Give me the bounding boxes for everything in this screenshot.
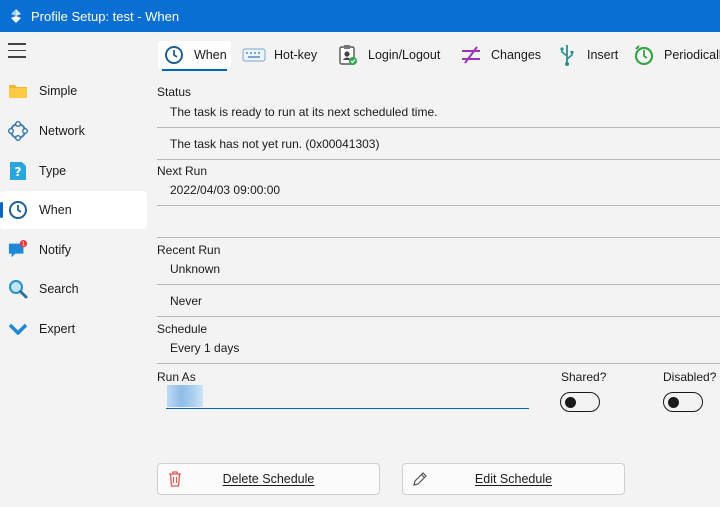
changes-icon <box>459 43 483 67</box>
pencil-icon <box>413 472 427 486</box>
edit-schedule-label: Edit Schedule <box>474 472 553 486</box>
run-as-input[interactable] <box>166 383 529 409</box>
title-bar: Profile Setup: test - When <box>0 0 720 32</box>
trigger-tabs: When Hot-key Login/Logout Changes Insert <box>150 32 720 76</box>
toggle-knob <box>668 396 679 408</box>
folder-icon <box>8 81 28 101</box>
tab-label: Login/Logout <box>368 48 441 62</box>
tab-changes[interactable]: Changes <box>459 41 541 69</box>
disabled-label: Disabled? <box>663 370 717 384</box>
tab-when[interactable]: When <box>158 41 231 71</box>
recent-run-line-2: Never <box>157 286 720 317</box>
svg-text:?: ? <box>15 165 22 179</box>
timer-icon <box>632 43 656 67</box>
sidebar: Simple Network ? Type When 1 Notify Sear… <box>0 32 150 507</box>
window-title: Profile Setup: test - When <box>31 8 180 24</box>
delete-schedule-label: Delete Schedule <box>222 472 315 486</box>
tab-insert[interactable]: Insert <box>555 41 618 69</box>
sidebar-item-label: Search <box>39 282 79 296</box>
tab-label: Hot-key <box>274 48 318 62</box>
sidebar-item-label: When <box>39 203 72 217</box>
clock-icon <box>8 200 28 220</box>
status-line-1: The task is ready to run at its next sch… <box>157 97 720 128</box>
sidebar-item-label: Type <box>39 164 67 178</box>
disabled-toggle[interactable] <box>663 392 703 412</box>
tab-login-logout[interactable]: Login/Logout <box>336 41 440 69</box>
keyboard-icon <box>242 43 266 67</box>
search-icon <box>8 279 28 299</box>
edit-schedule-button[interactable]: Edit Schedule <box>402 463 625 495</box>
sidebar-item-simple[interactable]: Simple <box>0 72 147 110</box>
network-icon <box>8 121 28 141</box>
status-line-2: The task has not yet run. (0x00041303) <box>157 129 720 160</box>
usb-icon <box>555 43 579 67</box>
next-run-value: 2022/04/03 09:00:00 <box>157 175 720 206</box>
help-icon: ? <box>8 161 28 181</box>
tab-label: Insert <box>587 48 619 62</box>
sidebar-item-label: Simple <box>39 84 78 98</box>
chat-notify-icon: 1 <box>8 240 28 260</box>
sidebar-item-notify[interactable]: 1 Notify <box>0 231 147 269</box>
shared-toggle[interactable] <box>560 392 600 412</box>
sidebar-item-when[interactable]: When <box>0 191 147 229</box>
badge-user-icon <box>336 43 360 67</box>
sidebar-item-label: Notify <box>39 243 71 257</box>
sidebar-item-expert[interactable]: Expert <box>0 310 147 348</box>
tab-label: When <box>194 48 227 62</box>
sidebar-item-type[interactable]: ? Type <box>0 152 147 190</box>
shared-label: Shared? <box>561 370 607 384</box>
next-run-value-2 <box>157 207 720 238</box>
run-as-label: Run As <box>157 370 196 384</box>
schedule-value: Every 1 days <box>157 333 720 364</box>
clock-icon <box>162 43 186 67</box>
app-logo-icon <box>11 9 21 23</box>
sidebar-item-search[interactable]: Search <box>0 270 147 308</box>
sidebar-item-network[interactable]: Network <box>0 112 147 150</box>
tab-periodically[interactable]: Periodically <box>632 41 720 69</box>
toggle-knob <box>565 396 576 408</box>
chevron-down-icon <box>8 319 28 339</box>
recent-run-line-1: Unknown <box>157 254 720 285</box>
tab-label: Periodically <box>664 48 720 62</box>
tab-hot-key[interactable]: Hot-key <box>242 41 317 69</box>
sidebar-item-label: Expert <box>39 322 76 336</box>
notify-badge-count: 1 <box>22 242 25 248</box>
run-as-redacted-value <box>167 385 203 407</box>
main-panel: When Hot-key Login/Logout Changes Insert <box>150 32 720 507</box>
tab-label: Changes <box>491 48 542 62</box>
delete-schedule-button[interactable]: Delete Schedule <box>157 463 380 495</box>
trash-icon <box>169 471 181 487</box>
sidebar-item-label: Network <box>39 124 85 138</box>
hamburger-menu-icon[interactable] <box>8 43 26 59</box>
